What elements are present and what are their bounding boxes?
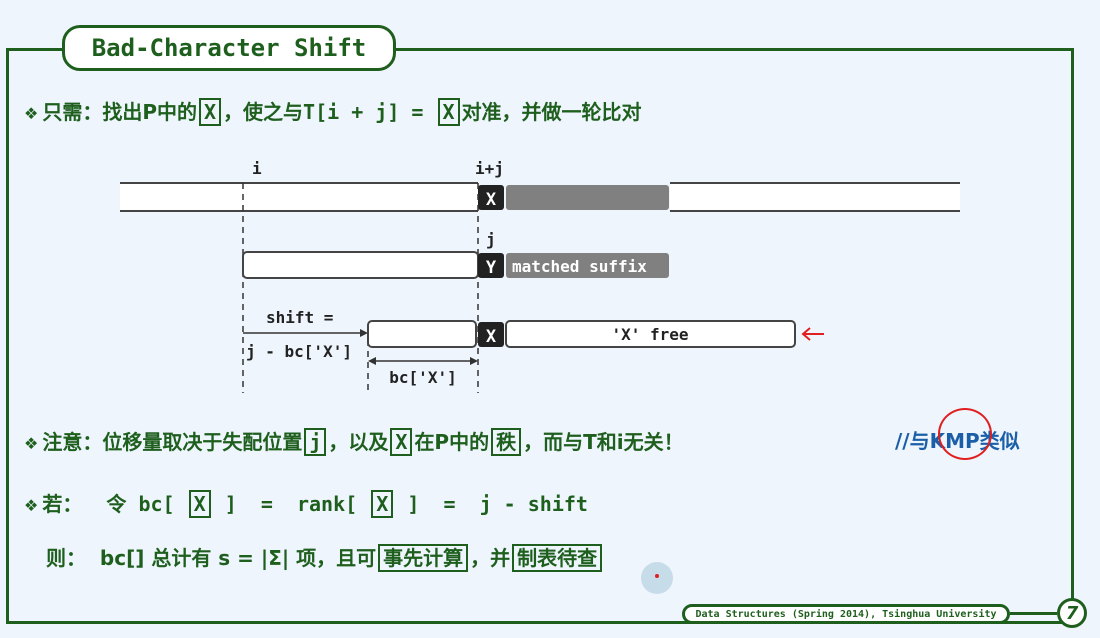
text-x-label: X xyxy=(486,190,497,210)
label-i: i xyxy=(252,159,262,178)
pattern-prefix xyxy=(242,251,479,279)
shifted-pattern-prefix xyxy=(367,320,477,348)
pattern-y-label: Y xyxy=(486,258,497,278)
boxed-x: X xyxy=(371,490,394,518)
bullet-icon: ❖ xyxy=(24,434,39,453)
line-note: ❖ 注意：位移量取决于失配位置 j ，以及 X 在P中的秩，而与T和i无关！ xyxy=(24,428,684,456)
shifted-x-label: X xyxy=(486,327,497,347)
shift-label: shift = xyxy=(266,308,333,327)
boxed-x: X xyxy=(390,428,413,456)
bc-label: bc['X'] xyxy=(389,368,456,387)
boxed-table-lookup: 制表待查 xyxy=(512,544,603,572)
boxed-x: X xyxy=(199,98,222,126)
footer-connector xyxy=(1010,612,1057,615)
shift-diagram: X i i+j j Y matched suffix shift = j - b… xyxy=(120,159,960,393)
boxed-rank: 秩 xyxy=(491,428,522,456)
label-i-plus-j: i+j xyxy=(475,159,504,178)
text-string-left xyxy=(120,183,478,211)
matched-suffix-label: matched suffix xyxy=(512,257,647,276)
red-circle-annotation xyxy=(938,408,992,460)
text-string-right xyxy=(670,183,960,211)
boxed-x: X xyxy=(188,490,211,518)
boxed-precompute: 事先计算 xyxy=(378,544,469,572)
shift-formula: j - bc['X'] xyxy=(246,342,352,361)
line-then: 则： bc[] 总计有 s = |Σ| 项，且可 事先计算 ，并 制表待查 xyxy=(46,542,604,572)
x-free-label: 'X' free xyxy=(611,325,688,344)
boxed-x: X xyxy=(437,98,460,126)
slide-title: Bad-Character Shift xyxy=(62,25,396,71)
line-if: ❖ 若： 令 bc[ X ] = rank[ X ] = j - shift xyxy=(24,490,588,518)
page-number: 7 xyxy=(1057,598,1087,628)
laser-pointer-dot xyxy=(655,574,659,578)
cursor-highlight xyxy=(641,562,673,594)
bullet-icon: ❖ xyxy=(24,496,39,515)
footer-label: Data Structures (Spring 2014), Tsinghua … xyxy=(682,604,1010,624)
boxed-j: j xyxy=(304,428,327,456)
line-only-need: ❖ 只需：找出P中的 X ，使之与T[i + j] = X 对准，并做一轮比对 xyxy=(24,98,642,126)
bullet-icon: ❖ xyxy=(24,104,39,123)
label-j: j xyxy=(486,230,496,249)
text-matched-region xyxy=(506,185,669,210)
